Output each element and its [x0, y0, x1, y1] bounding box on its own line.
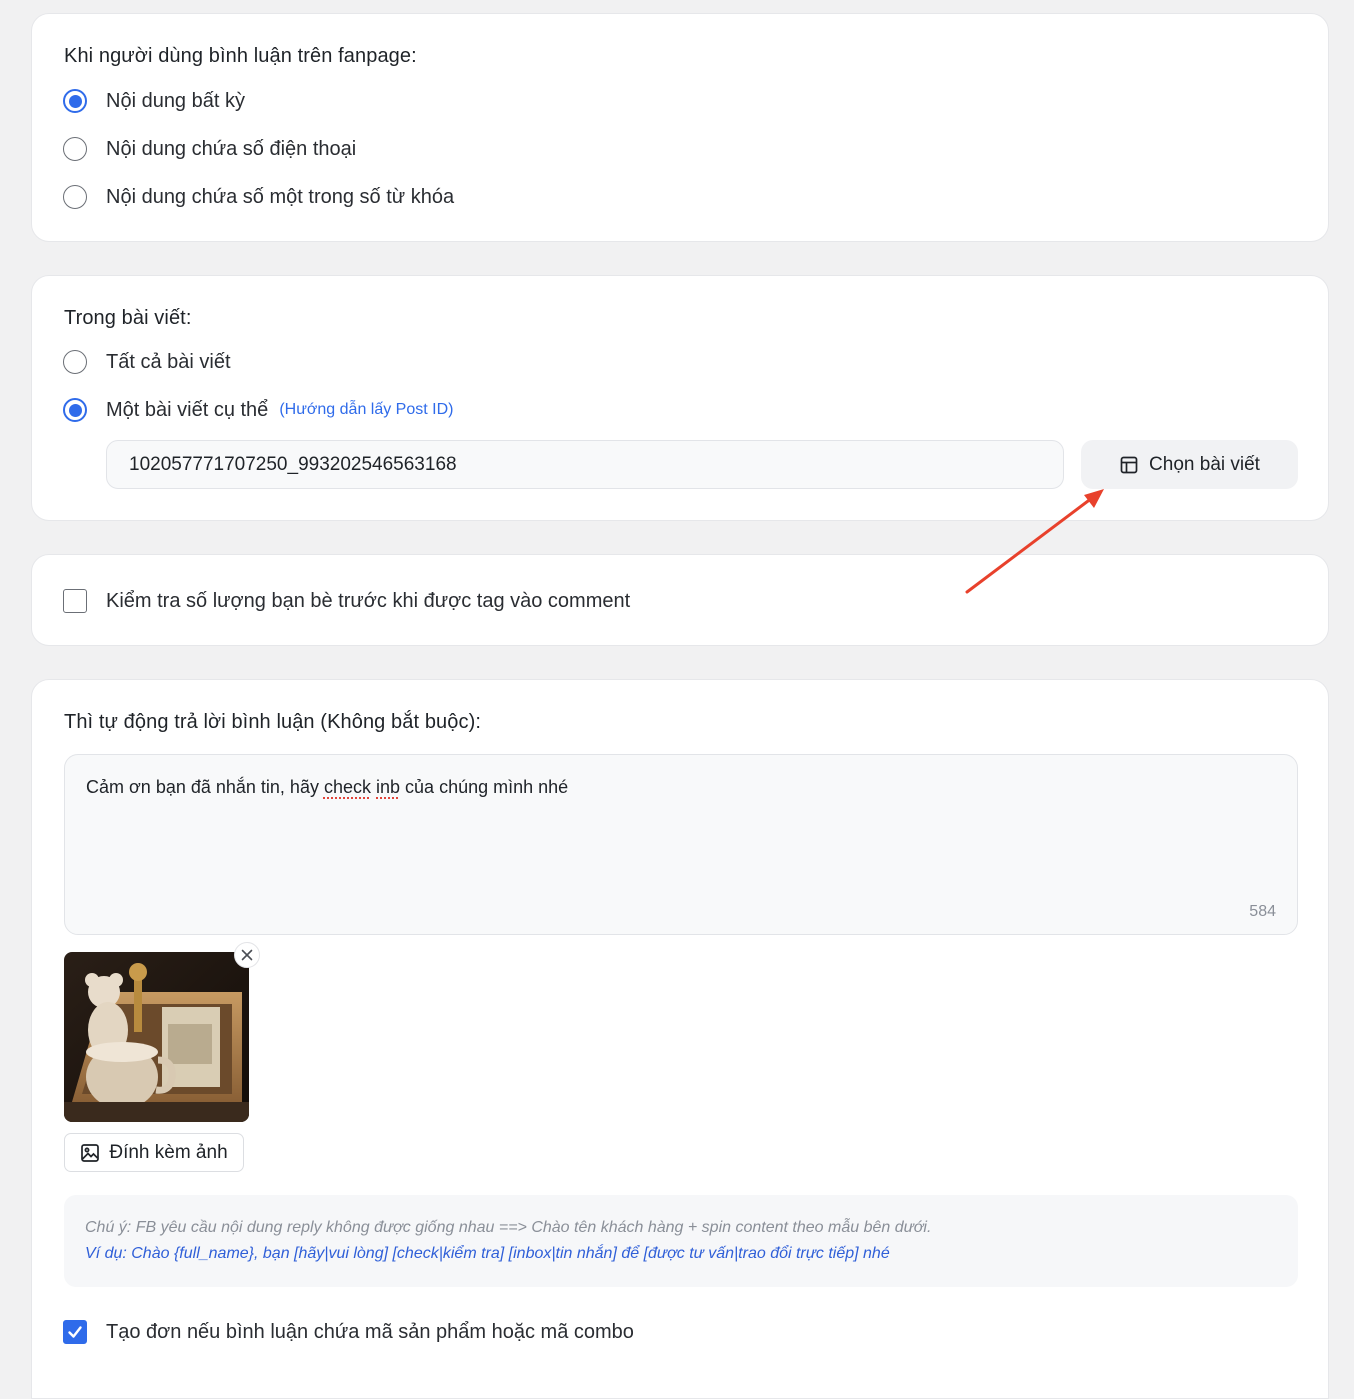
post-card: Trong bài viết: Tất cả bài viết Một bài … [31, 275, 1329, 521]
radio-option-keywords[interactable]: Nội dung chứa số một trong số từ khóa [63, 183, 454, 211]
create-order-label: Tạo đơn nếu bình luận chứa mã sản phẩm h… [106, 1320, 634, 1343]
post-id-help-link[interactable]: (Hướng dẫn lấy Post ID) [279, 401, 453, 419]
reply-textarea[interactable]: Cảm ơn bạn đã nhắn tin, hãy check inb củ… [64, 754, 1298, 935]
radio-option-any-content[interactable]: Nội dung bất kỳ [63, 87, 245, 115]
radio-option-phone-number[interactable]: Nội dung chứa số điện thoại [63, 135, 356, 163]
reply-text-part: của chúng mình nhé [400, 777, 569, 797]
radio-button-phone-number[interactable] [63, 137, 87, 161]
reply-section-title: Thì tự động trả lời bình luận (Không bắt… [64, 711, 482, 733]
post-section-title: Trong bài viết: [64, 307, 192, 329]
reply-text: Cảm ơn bạn đã nhắn tin, hãy check inb củ… [86, 777, 568, 798]
reply-text-misspelled-word: check [323, 777, 371, 797]
friend-check-option[interactable]: Kiểm tra số lượng bạn bè trước khi được … [63, 587, 630, 615]
note-example-text: Ví dụ: Chào {full_name}, bạn [hãy|vui lò… [85, 1245, 890, 1262]
trigger-card: Khi người dùng bình luận trên fanpage: N… [31, 13, 1329, 242]
annotation-arrow [965, 489, 1104, 594]
layout-icon [1119, 455, 1139, 475]
radio-option-specific-post[interactable]: Một bài viết cụ thể (Hướng dẫn lấy Post … [63, 396, 453, 424]
attach-image-button-label: Đính kèm ảnh [109, 1141, 228, 1163]
create-order-option[interactable]: Tạo đơn nếu bình luận chứa mã sản phẩm h… [63, 1318, 634, 1346]
spin-content-note: Chú ý: FB yêu cầu nội dung reply không đ… [64, 1195, 1298, 1287]
image-icon [80, 1143, 100, 1163]
radio-label-specific-post: Một bài viết cụ thể [106, 398, 269, 421]
choose-post-button[interactable]: Chọn bài viết [1081, 440, 1298, 489]
radio-label-all-posts: Tất cả bài viết [106, 350, 231, 373]
radio-option-all-posts[interactable]: Tất cả bài viết [63, 348, 231, 376]
auto-reply-card: Thì tự động trả lời bình luận (Không bắt… [31, 679, 1329, 1399]
radio-label-keywords: Nội dung chứa số một trong số từ khóa [106, 185, 455, 208]
friend-check-label: Kiểm tra số lượng bạn bè trước khi được … [106, 589, 631, 612]
close-icon [241, 949, 253, 961]
note-warning-text: Chú ý: FB yêu cầu nội dung reply không đ… [85, 1219, 932, 1236]
radio-label-phone-number: Nội dung chứa số điện thoại [106, 137, 357, 160]
attach-image-button[interactable]: Đính kèm ảnh [64, 1133, 244, 1172]
create-order-checkbox[interactable] [63, 1320, 87, 1344]
reply-text-part: Cảm ơn bạn đã nhắn tin, hãy [86, 777, 324, 797]
friend-check-card: Kiểm tra số lượng bạn bè trước khi được … [31, 554, 1329, 646]
choose-post-button-label: Chọn bài viết [1149, 453, 1260, 475]
checkmark-icon [68, 1326, 82, 1338]
attached-image-thumbnail [64, 952, 249, 1122]
radio-label-any-content: Nội dung bất kỳ [106, 89, 245, 112]
reply-text-misspelled-word: inb [376, 777, 401, 797]
radio-button-all-posts[interactable] [63, 350, 87, 374]
radio-button-any-content[interactable] [63, 89, 87, 113]
post-id-input[interactable] [106, 440, 1064, 489]
radio-button-keywords[interactable] [63, 185, 87, 209]
radio-button-specific-post[interactable] [63, 398, 87, 422]
friend-check-checkbox[interactable] [63, 589, 87, 613]
remove-image-button[interactable] [234, 942, 260, 968]
char-count: 584 [1249, 903, 1276, 920]
trigger-section-title: Khi người dùng bình luận trên fanpage: [64, 45, 417, 67]
